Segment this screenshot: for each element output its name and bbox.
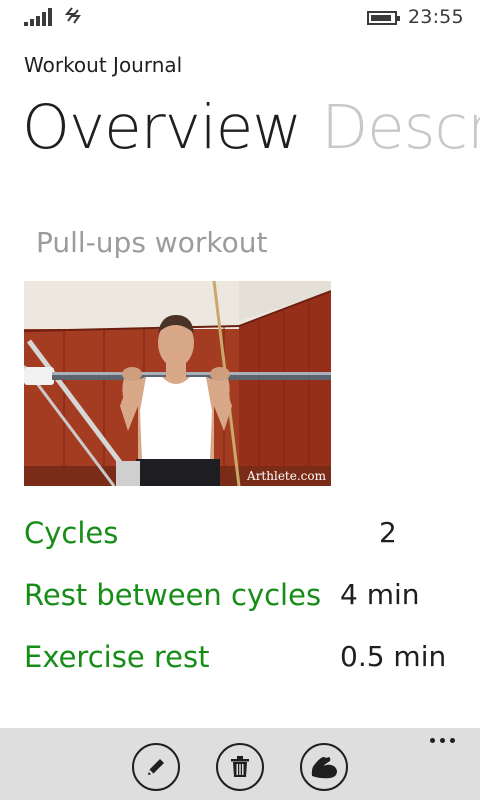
pivot-header-strip: OverviewDescription — [22, 88, 480, 168]
photo-watermark: Arthlete.com — [247, 469, 326, 483]
stat-value: 0.5 min — [340, 640, 447, 673]
more-options-icon[interactable] — [430, 738, 458, 746]
pivot-tab-overview[interactable]: Overview — [22, 88, 302, 168]
muscle-button[interactable] — [300, 743, 348, 791]
edit-button[interactable] — [132, 743, 180, 791]
muscle-icon — [311, 757, 337, 779]
app-title: Workout Journal — [24, 53, 183, 77]
status-bar: 23:55 — [0, 0, 480, 36]
phone-screen: 23:55 Workout Journal OverviewDescriptio… — [0, 0, 480, 800]
signal-strength-icon — [24, 8, 54, 26]
stat-row-exercise-rest: Exercise rest 0.5 min — [24, 640, 464, 680]
battery-icon — [367, 11, 400, 25]
stat-value: 4 min — [340, 578, 420, 611]
data-connection-icon — [64, 7, 81, 24]
app-bar — [0, 728, 480, 800]
stat-value: 2 — [379, 516, 397, 549]
stat-label: Exercise rest — [24, 640, 210, 674]
stat-label: Rest between cycles — [24, 578, 322, 612]
stat-row-rest-between-cycles: Rest between cycles 4 min — [24, 578, 464, 618]
delete-icon — [231, 756, 249, 777]
status-time: 23:55 — [408, 6, 464, 28]
workout-name: Pull-ups workout — [36, 226, 268, 259]
edit-icon — [148, 759, 164, 775]
stat-row-cycles: Cycles 2 — [24, 516, 464, 556]
workout-photo: Arthlete.com — [24, 281, 331, 486]
delete-button[interactable] — [216, 743, 264, 791]
stat-label: Cycles — [24, 516, 119, 550]
pivot-tab-description[interactable]: Description — [321, 88, 480, 168]
